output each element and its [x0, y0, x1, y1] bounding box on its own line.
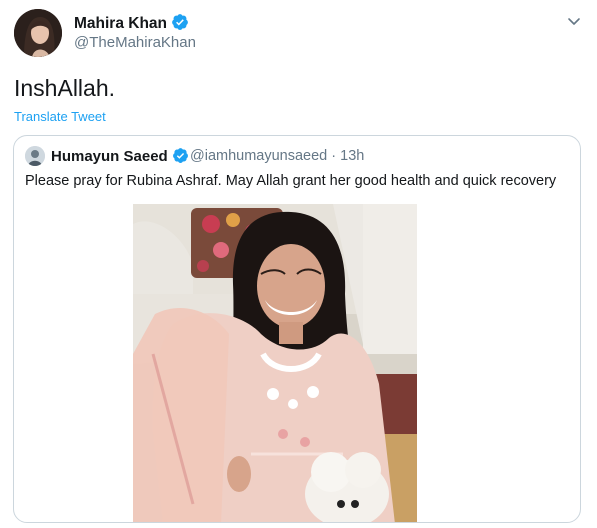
quoted-tweet-photo[interactable]: [133, 204, 417, 522]
meta-separator: ·: [331, 148, 337, 164]
tweet-text: InshAllah.: [14, 75, 116, 101]
author-name-text[interactable]: Mahira Khan: [74, 15, 167, 32]
quoted-author-name-text[interactable]: Humayun Saeed: [51, 148, 168, 165]
quoted-author-meta: @iamhumayunsaeed · 13h: [190, 148, 364, 164]
translate-tweet-link[interactable]: Translate Tweet: [14, 109, 106, 124]
author-avatar[interactable]: [14, 9, 62, 57]
author-name[interactable]: Mahira Khan: [74, 13, 189, 33]
quoted-author-name[interactable]: Humayun Saeed: [51, 147, 189, 165]
quoted-tweet-text: Please pray for Rubina Ashraf. May Allah…: [25, 173, 557, 189]
photo-illustration: [133, 204, 417, 522]
verified-badge-icon: [172, 14, 188, 30]
tweet-card: Mahira Khan @TheMahiraKhan InshAllah. Tr…: [0, 0, 597, 528]
quoted-author-avatar[interactable]: [25, 146, 45, 166]
quoted-author-handle[interactable]: @iamhumayunsaeed: [190, 148, 327, 164]
quoted-tweet[interactable]: Humayun Saeed @iamhumayunsaeed · 13h Ple…: [13, 135, 581, 523]
verified-badge-icon: [172, 148, 188, 163]
quoted-tweet-time[interactable]: 13h: [340, 148, 364, 164]
author-handle[interactable]: @TheMahiraKhan: [74, 34, 196, 51]
chevron-down-icon[interactable]: [566, 13, 582, 29]
